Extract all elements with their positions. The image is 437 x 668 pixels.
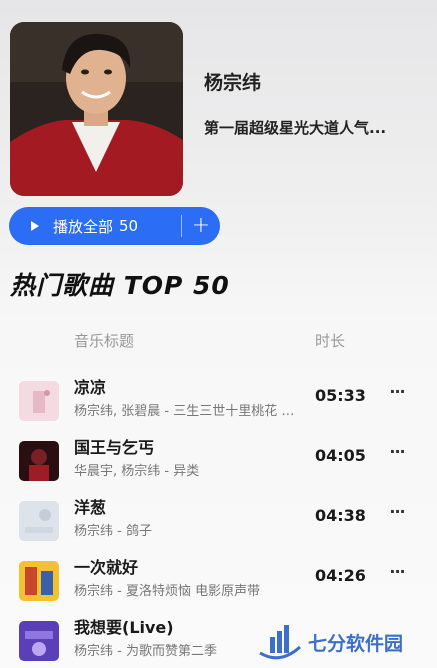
- track-title: 洋葱: [74, 498, 107, 517]
- more-options-button[interactable]: ···: [386, 562, 408, 581]
- album-cover: [19, 561, 59, 601]
- track-duration: 04:38: [315, 506, 366, 525]
- track-title: 凉凉: [74, 378, 107, 397]
- track-row[interactable]: 一次就好 杨宗纬 - 夏洛特烦恼 电影原声带 04:26 ···: [0, 554, 437, 610]
- album-cover: [19, 381, 59, 421]
- watermark: 七分软件园: [258, 622, 403, 662]
- track-subtitle: 杨宗纬 - 夏洛特烦恼 电影原声带: [74, 584, 261, 599]
- more-options-button[interactable]: ···: [386, 442, 408, 461]
- track-row[interactable]: 国王与乞丐 华晨宇, 杨宗纬 - 异类 04:05 ···: [0, 434, 437, 490]
- artist-photo: [10, 22, 183, 196]
- section-title: 热门歌曲 TOP 50: [10, 271, 230, 300]
- track-duration: 04:26: [315, 566, 366, 585]
- play-all-button[interactable]: 播放全部 50: [9, 207, 169, 245]
- play-all-count: 50: [119, 217, 139, 235]
- album-cover: [19, 621, 59, 661]
- add-to-playlist-button[interactable]: +: [182, 207, 220, 245]
- track-duration: 04:05: [315, 446, 366, 465]
- column-header-duration: 时长: [315, 332, 346, 350]
- artist-name: 杨宗纬: [204, 72, 262, 94]
- track-title: 一次就好: [74, 558, 139, 577]
- track-row[interactable]: 洋葱 杨宗纬 - 鸽子 04:38 ···: [0, 494, 437, 550]
- track-row[interactable]: 凉凉 杨宗纬, 张碧晨 - 三生三世十里桃花 电视剧原声带 05:33 ···: [0, 374, 437, 430]
- track-duration: 05:33: [315, 386, 366, 405]
- play-all-bar: 播放全部 50 +: [9, 207, 220, 245]
- track-subtitle: 杨宗纬, 张碧晨 - 三生三世十里桃花 电视剧原声带: [74, 404, 296, 419]
- track-subtitle: 华晨宇, 杨宗纬 - 异类: [74, 464, 200, 479]
- track-subtitle: 杨宗纬 - 鸽子: [74, 524, 152, 539]
- column-header-title: 音乐标题: [74, 332, 135, 350]
- artist-description: 第一届超级星光大道人气...: [204, 119, 387, 137]
- track-title: 国王与乞丐: [74, 438, 155, 457]
- play-all-label: 播放全部: [53, 217, 114, 236]
- watermark-logo-icon: [259, 625, 302, 660]
- play-icon: [31, 221, 39, 231]
- track-title: 我想要(Live): [74, 618, 174, 637]
- watermark-text: 七分软件园: [308, 632, 404, 655]
- more-options-button[interactable]: ···: [386, 382, 408, 401]
- album-cover: [19, 501, 59, 541]
- more-options-button[interactable]: ···: [386, 502, 408, 521]
- album-cover: [19, 441, 59, 481]
